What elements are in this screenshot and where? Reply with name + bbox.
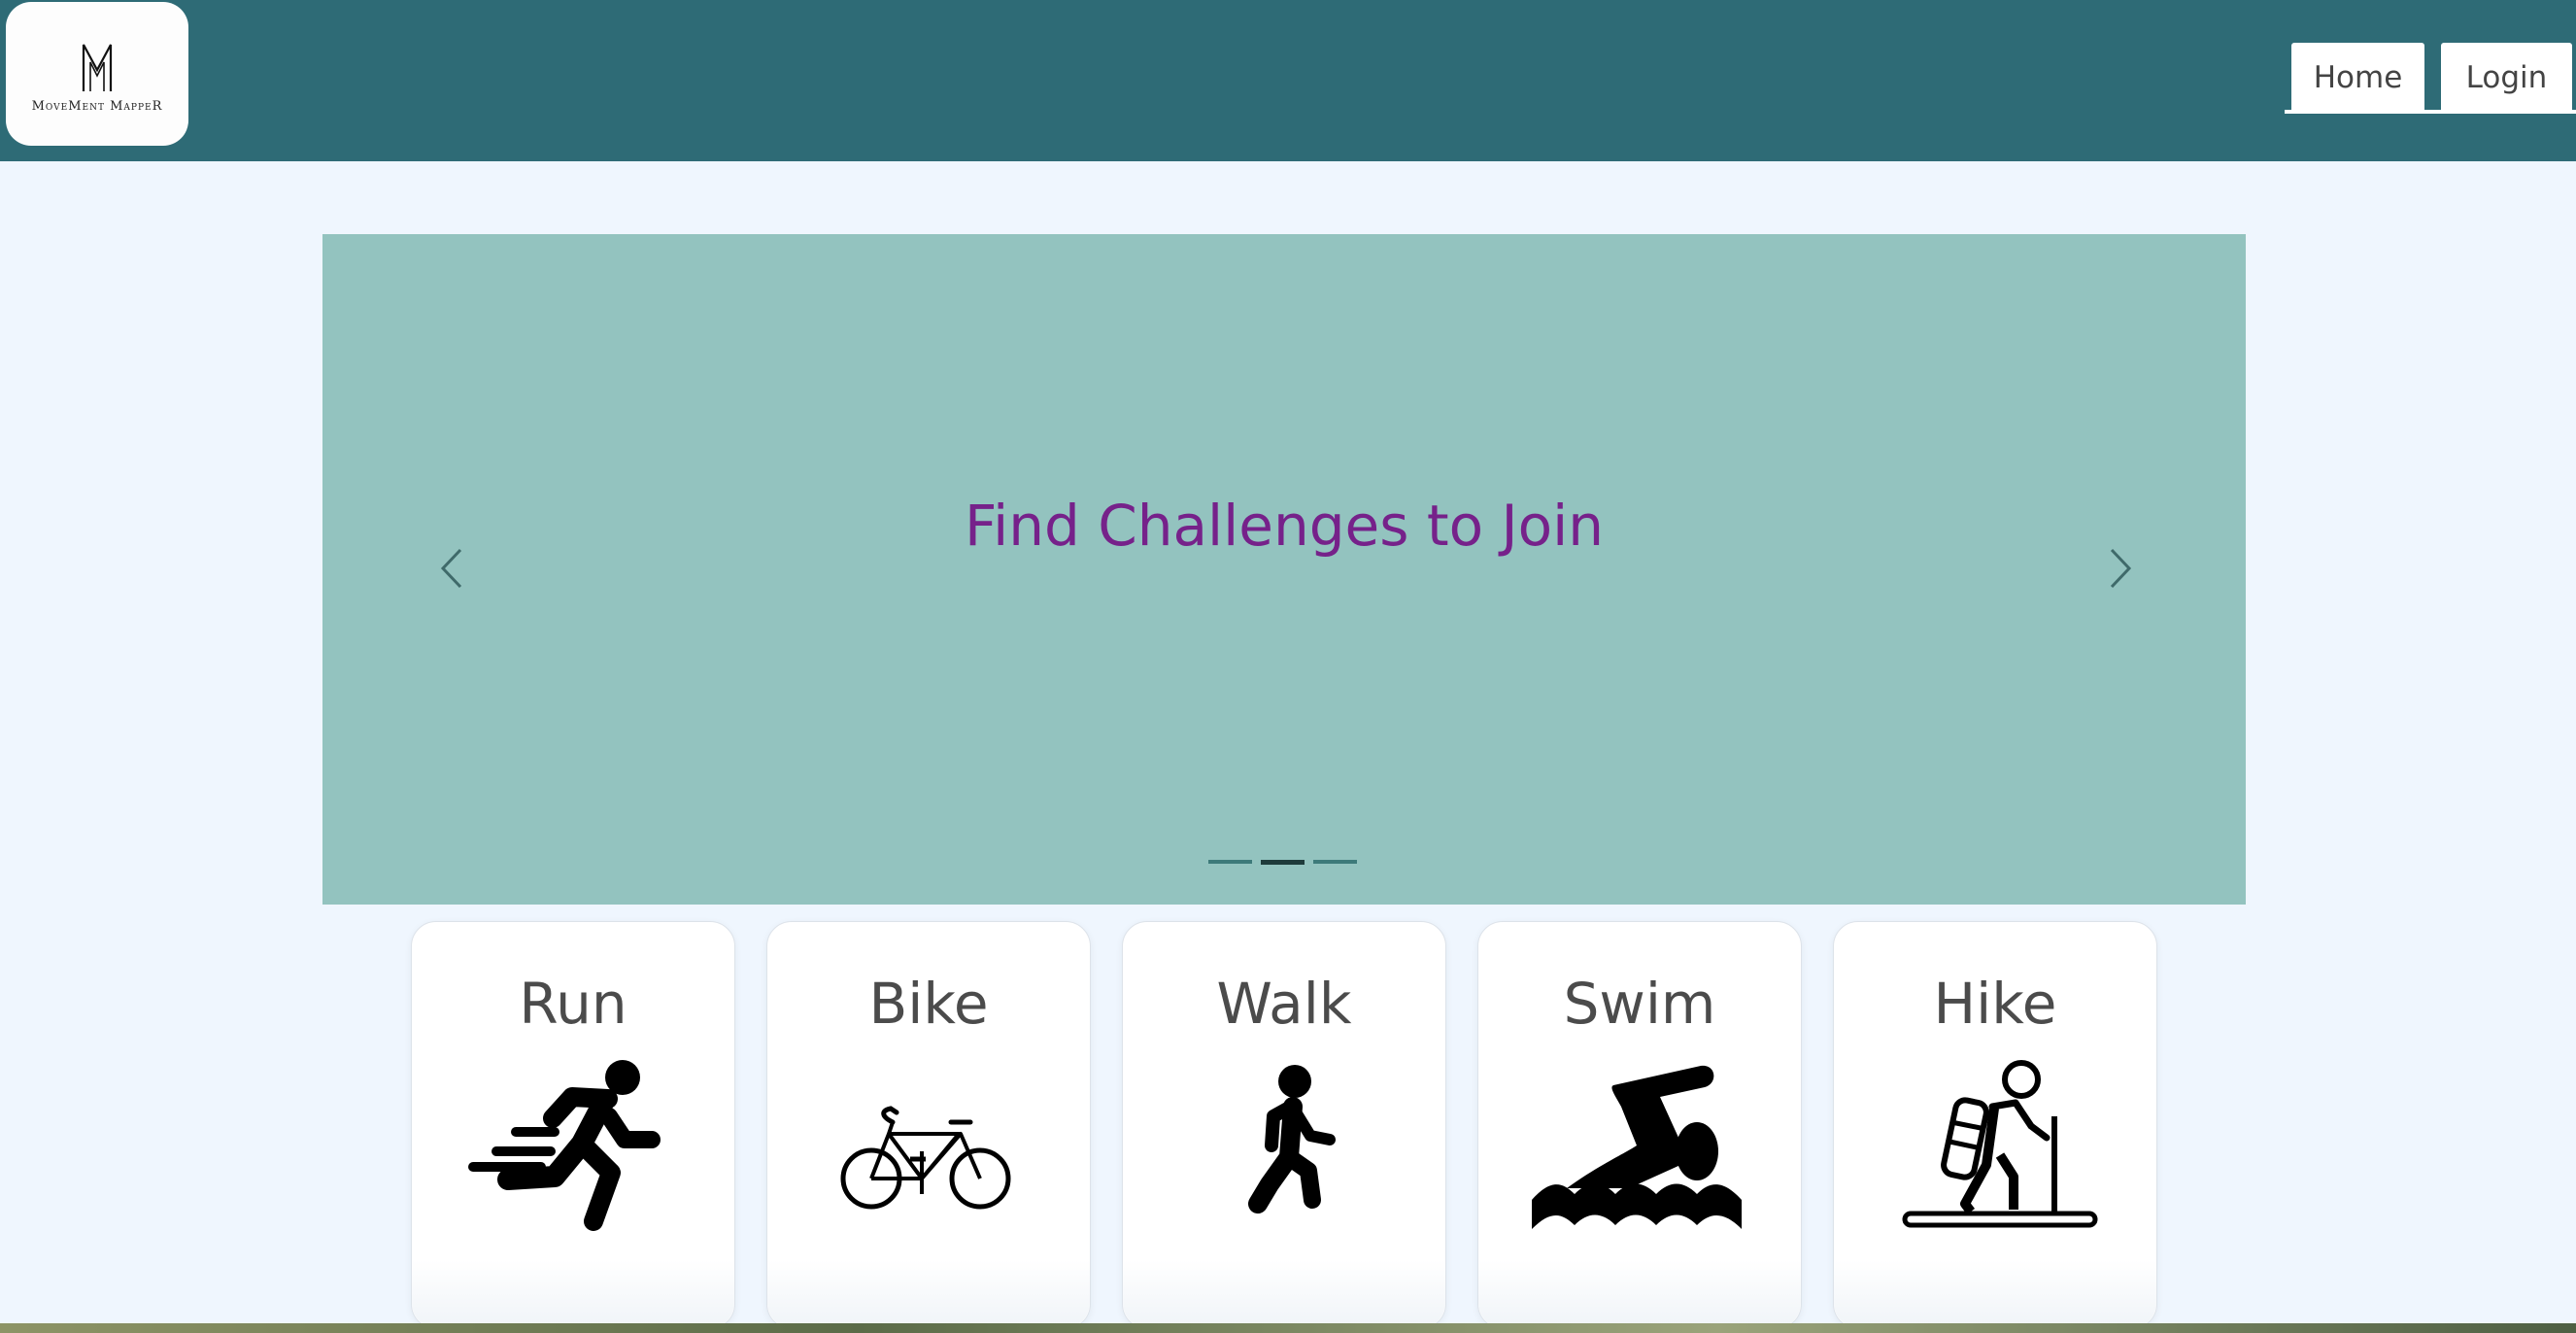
- nav-divider: [2285, 110, 2576, 114]
- activity-card-hike[interactable]: Hike: [1833, 921, 2157, 1329]
- nav-login-button[interactable]: Login: [2441, 43, 2572, 113]
- carousel-next-chevron-icon[interactable]: [2100, 544, 2139, 593]
- activity-card-title: Walk: [1216, 971, 1352, 1037]
- walking-icon: [1248, 1065, 1336, 1213]
- carousel-indicator-1[interactable]: [1208, 860, 1252, 864]
- logo-monogram-icon: [82, 43, 113, 91]
- hero-carousel: Find Challenges to Join: [322, 234, 2246, 905]
- carousel-indicator-3[interactable]: [1313, 860, 1357, 864]
- footer-image-strip: [0, 1323, 2576, 1333]
- carousel-caption: Find Challenges to Join: [964, 493, 1605, 559]
- carousel-indicator-2[interactable]: [1261, 860, 1305, 865]
- top-navbar: MoveMent MappeR Home Login: [0, 0, 2576, 161]
- activity-card-title: Run: [519, 971, 627, 1037]
- activity-card-walk[interactable]: Walk: [1122, 921, 1446, 1329]
- bicycle-icon: [840, 1106, 1011, 1210]
- running-icon: [468, 1060, 661, 1231]
- carousel-prev-chevron-icon[interactable]: [433, 544, 472, 593]
- movement-mapper-logo[interactable]: MoveMent MappeR: [6, 2, 188, 146]
- carousel-indicators: [1208, 860, 1357, 865]
- activity-card-swim[interactable]: Swim: [1477, 921, 1802, 1329]
- logo-text: MoveMent MappeR: [31, 98, 163, 114]
- activity-card-bike[interactable]: Bike: [766, 921, 1091, 1329]
- activity-card-title: Swim: [1563, 971, 1716, 1037]
- activity-card-run[interactable]: Run: [411, 921, 735, 1329]
- nav-home-button[interactable]: Home: [2291, 43, 2424, 113]
- activity-card-title: Hike: [1933, 971, 2057, 1037]
- swimming-icon: [1532, 1065, 1742, 1229]
- activity-card-title: Bike: [868, 971, 989, 1037]
- hiking-icon: [1902, 1060, 2098, 1228]
